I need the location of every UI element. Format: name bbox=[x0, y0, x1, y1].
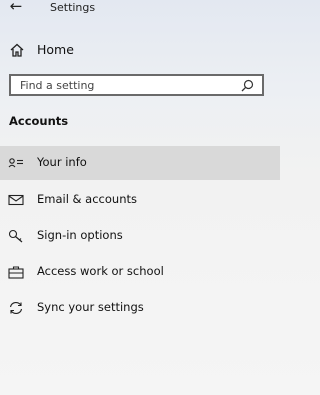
nav-item-sync-settings[interactable]: Sync your settings bbox=[0, 291, 280, 325]
nav-item-label: Your info bbox=[37, 155, 87, 169]
envelope-icon bbox=[8, 194, 24, 206]
search-placeholder: Find a setting bbox=[20, 79, 95, 92]
nav-item-label: Access work or school bbox=[37, 264, 164, 278]
title-bar: ← Settings bbox=[0, 0, 280, 18]
search-input[interactable]: Find a setting bbox=[9, 74, 264, 96]
sync-icon bbox=[9, 302, 23, 314]
person-card-icon bbox=[8, 158, 23, 168]
nav-item-sign-in-options[interactable]: Sign-in options bbox=[0, 219, 280, 253]
nav-item-label: Email & accounts bbox=[37, 192, 137, 206]
back-button[interactable]: ← bbox=[6, 0, 26, 15]
nav-item-label: Sync your settings bbox=[37, 300, 144, 314]
nav-item-email-accounts[interactable]: Email & accounts bbox=[0, 183, 280, 217]
home-label: Home bbox=[37, 42, 74, 57]
section-heading: Accounts bbox=[9, 114, 69, 128]
briefcase-icon bbox=[8, 266, 24, 279]
search-icon[interactable] bbox=[241, 79, 254, 92]
app-title: Settings bbox=[50, 1, 96, 14]
nav-item-label: Sign-in options bbox=[37, 228, 123, 242]
home-nav-item[interactable]: Home bbox=[0, 38, 280, 62]
key-icon bbox=[8, 229, 23, 243]
home-icon bbox=[10, 43, 24, 57]
nav-item-your-info[interactable]: Your info bbox=[0, 146, 280, 180]
nav-item-access-work-school[interactable]: Access work or school bbox=[0, 255, 280, 289]
